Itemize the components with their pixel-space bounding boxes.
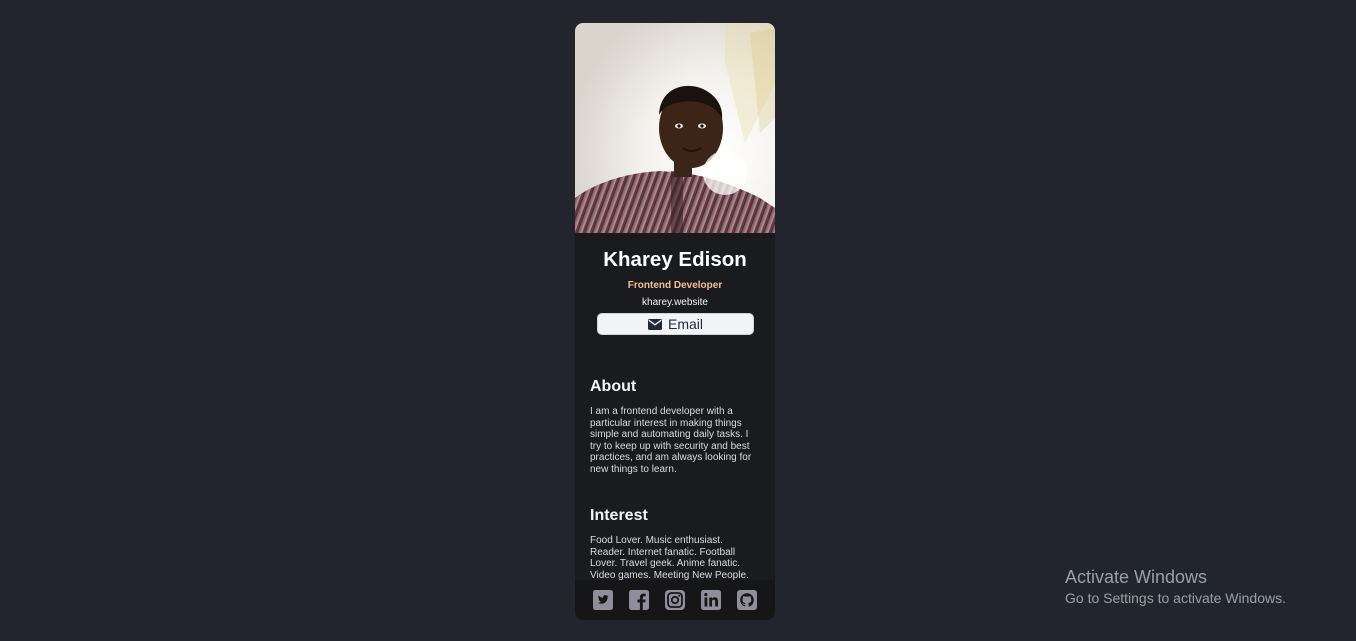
interest-text: Food Lover. Music enthusiast. Reader. In… [590,535,749,581]
linkedin-icon[interactable] [701,590,721,610]
envelope-icon [647,318,662,330]
email-button[interactable]: Email [597,313,754,335]
profile-name: Kharey Edison [603,248,747,271]
profile-role: Frontend Developer [627,280,723,291]
social-footer [575,580,775,620]
twitter-icon[interactable] [593,590,613,610]
watermark-subtitle: Go to Settings to activate Windows. [1065,590,1286,606]
about-text: I am a frontend developer with a particu… [590,406,752,475]
activate-windows-watermark: Activate Windows Go to Settings to activ… [1065,566,1286,607]
profile-card: Kharey Edison Frontend Developer kharey.… [575,23,775,620]
facebook-icon[interactable] [629,590,649,610]
github-icon[interactable] [737,590,757,610]
about-title: About [590,378,637,395]
watermark-title: Activate Windows [1065,567,1208,587]
profile-website-link[interactable]: kharey.website [575,297,775,309]
email-button-label: Email [667,316,703,332]
interest-title: Interest [590,507,648,524]
profile-photo [575,23,775,233]
instagram-icon[interactable] [665,590,685,610]
